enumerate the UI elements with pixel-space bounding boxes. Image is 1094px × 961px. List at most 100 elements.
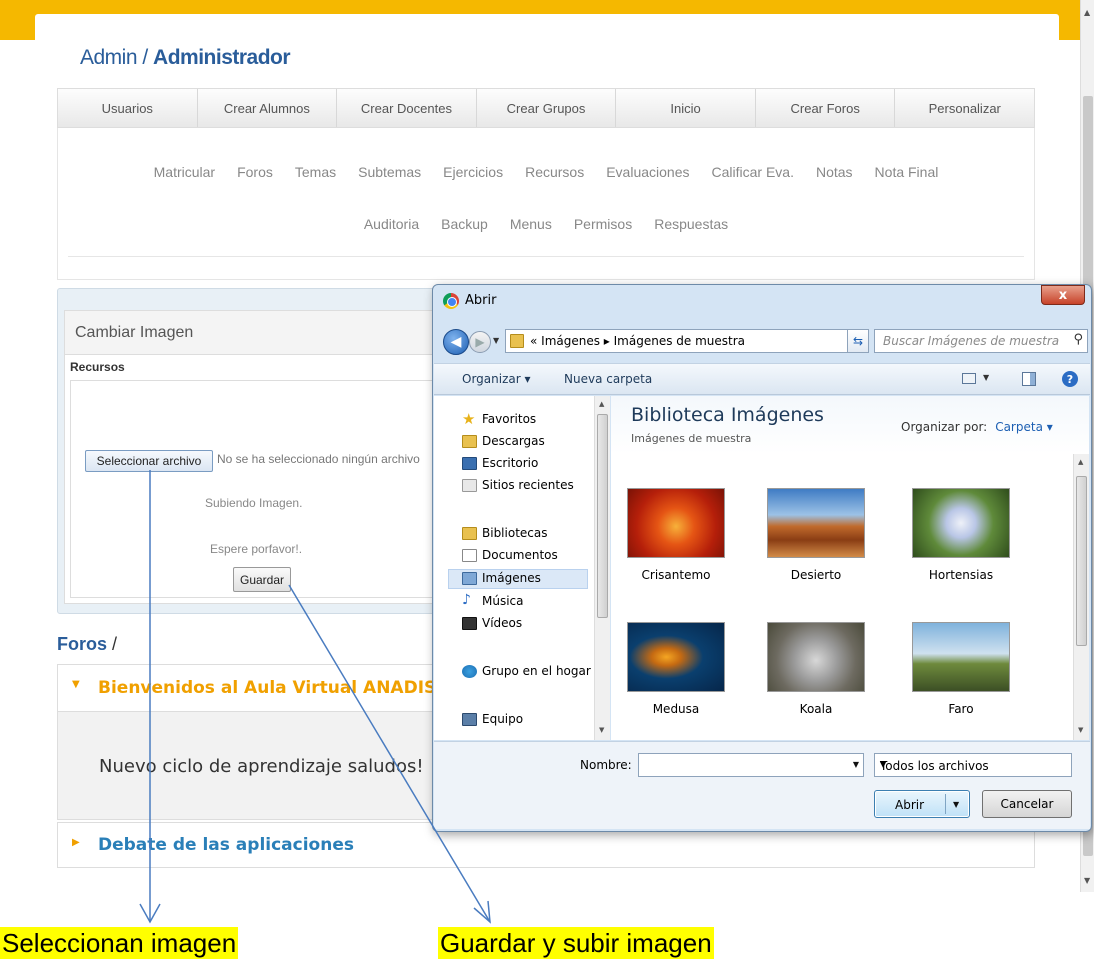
scroll-down-icon[interactable]: ▼ (1084, 876, 1090, 885)
subnav-subtemas[interactable]: Subtemas (358, 164, 421, 180)
subnav-temas[interactable]: Temas (295, 164, 336, 180)
panel-title: Cambiar Imagen (75, 324, 194, 341)
nav-crear-foros[interactable]: Crear Foros (756, 89, 896, 127)
downloads-folder-icon (462, 435, 477, 448)
arrange-by-label: Organizar por: (901, 420, 988, 434)
search-input[interactable]: Buscar Imágenes de muestra ⚲ (874, 329, 1088, 353)
file-faro[interactable]: Faro (901, 622, 1021, 716)
library-subtitle: Imágenes de muestra (631, 432, 752, 445)
admin-prefix: Admin / (80, 46, 148, 69)
file-crisantemo[interactable]: Crisantemo (616, 488, 736, 582)
filename-label: Nombre: (580, 758, 632, 772)
chevron-down-icon[interactable]: ▼ (853, 760, 859, 769)
nav-crear-grupos[interactable]: Crear Grupos (477, 89, 617, 127)
nav-sitios-recientes[interactable]: Sitios recientes (462, 478, 574, 492)
scroll-up-icon[interactable]: ▲ (599, 400, 604, 408)
address-bar[interactable]: « Imágenes ▸ Imágenes de muestra ▼ (505, 329, 867, 353)
page-title: Admin / Administrador (80, 46, 291, 70)
subnav-ejercicios[interactable]: Ejercicios (443, 164, 503, 180)
address-breadcrumb[interactable]: « Imágenes ▸ Imágenes de muestra (530, 334, 745, 348)
file-list-scrollbar[interactable]: ▲ ▼ (1073, 454, 1089, 740)
refresh-icon: ⇆ (852, 334, 864, 348)
nav-crear-alumnos[interactable]: Crear Alumnos (198, 89, 338, 127)
arrow-head-select (139, 903, 161, 924)
navpane-scrollbar[interactable]: ▲ ▼ (594, 396, 610, 740)
nav-personalizar[interactable]: Personalizar (895, 89, 1034, 127)
cancel-button[interactable]: Cancelar (982, 790, 1072, 818)
star-icon: ★ (462, 410, 476, 428)
nav-homegroup-label: Grupo en el hogar (482, 664, 591, 678)
subnav-recursos[interactable]: Recursos (525, 164, 584, 180)
forum-title-1: Bienvenidos al Aula Virtual ANADISE (98, 678, 448, 698)
image-thumbnail (627, 622, 725, 692)
nav-descargas[interactable]: Descargas (462, 434, 545, 448)
subnav-matricular[interactable]: Matricular (154, 164, 215, 180)
back-button[interactable]: ◀ (443, 329, 469, 355)
subnav-calificar-eva[interactable]: Calificar Eva. (712, 164, 794, 180)
nav-grupo-hogar[interactable]: Grupo en el hogar (462, 664, 591, 678)
foros-link[interactable]: Foros (57, 634, 107, 654)
nav-crear-docentes[interactable]: Crear Docentes (337, 89, 477, 127)
videos-icon (462, 617, 477, 630)
file-list-pane: Biblioteca Imágenes Imágenes de muestra … (611, 396, 1089, 740)
nav-imagenes[interactable]: Imágenes (462, 571, 541, 585)
subnav-permisos[interactable]: Permisos (574, 216, 632, 232)
scroll-up-icon[interactable]: ▲ (1078, 458, 1083, 466)
subnav-notas[interactable]: Notas (816, 164, 853, 180)
nav-videos[interactable]: Vídeos (462, 616, 522, 630)
view-icon[interactable] (962, 373, 976, 384)
scroll-down-icon[interactable]: ▼ (1078, 726, 1083, 734)
nav-favoritos-label: Favoritos (482, 412, 537, 426)
file-list-scroll-thumb[interactable] (1076, 476, 1087, 646)
subnav-auditoria[interactable]: Auditoria (364, 216, 419, 232)
subnav-nota-final[interactable]: Nota Final (875, 164, 939, 180)
view-dropdown-icon[interactable]: ▼ (983, 373, 989, 382)
nav-usuarios[interactable]: Usuarios (58, 89, 198, 127)
refresh-button[interactable]: ⇆ (847, 329, 869, 353)
file-medusa[interactable]: Medusa (616, 622, 736, 716)
preview-pane-icon[interactable] (1022, 372, 1036, 386)
admin-role: Administrador (153, 46, 291, 69)
organize-menu[interactable]: Organizar ▾ (462, 372, 531, 386)
navpane-scroll-thumb[interactable] (597, 414, 608, 618)
main-navbar: Usuarios Crear Alumnos Crear Docentes Cr… (57, 88, 1035, 128)
nav-inicio[interactable]: Inicio (616, 89, 756, 127)
uploading-text: Subiendo Imagen. (205, 496, 303, 510)
file-hortensias[interactable]: Hortensias (901, 488, 1021, 582)
nav-equipo[interactable]: Equipo (462, 712, 523, 726)
open-options-icon[interactable]: ▼ (953, 800, 959, 809)
new-folder-button[interactable]: Nueva carpeta (564, 372, 652, 386)
subnav-menus[interactable]: Menus (510, 216, 552, 232)
filetype-select[interactable]: Todos los archivos ▼ (874, 753, 1072, 777)
nav-bibliotecas[interactable]: Bibliotecas (462, 526, 547, 540)
subnav-foros[interactable]: Foros (237, 164, 273, 180)
arrange-by-dropdown[interactable]: Carpeta ▾ (995, 420, 1053, 434)
subnav-divider (68, 256, 1024, 257)
subnav-respuestas[interactable]: Respuestas (654, 216, 728, 232)
open-button[interactable]: Abrir ▼ (874, 790, 970, 818)
save-button[interactable]: Guardar (233, 567, 291, 592)
close-button[interactable]: x (1041, 285, 1085, 305)
filename-input[interactable]: ▼ (638, 753, 864, 777)
arrange-by: Organizar por: Carpeta ▾ (901, 420, 1053, 434)
nav-escritorio[interactable]: Escritorio (462, 456, 538, 470)
forward-button[interactable]: ▶ (469, 331, 491, 353)
subnav-evaluaciones[interactable]: Evaluaciones (606, 164, 689, 180)
file-koala[interactable]: Koala (756, 622, 876, 716)
file-name: Crisantemo (641, 568, 711, 582)
history-dropdown-icon[interactable]: ▼ (493, 336, 499, 345)
file-desierto[interactable]: Desierto (756, 488, 876, 582)
help-icon[interactable]: ? (1062, 371, 1078, 387)
foros-breadcrumb: Foros / (57, 634, 117, 655)
select-file-button[interactable]: Seleccionar archivo (85, 450, 213, 472)
nav-favoritos[interactable]: ★ Favoritos (462, 410, 537, 428)
scroll-up-icon[interactable]: ▲ (1084, 8, 1090, 17)
chevron-down-icon[interactable]: ▼ (880, 760, 1066, 769)
image-thumbnail (767, 488, 865, 558)
scroll-down-icon[interactable]: ▼ (599, 726, 604, 734)
file-name: Koala (799, 702, 833, 716)
subnav-backup[interactable]: Backup (441, 216, 488, 232)
panel-header: Cambiar Imagen (64, 310, 444, 354)
nav-documentos[interactable]: Documentos (462, 548, 558, 562)
nav-musica[interactable]: ♪ Música (462, 592, 524, 608)
